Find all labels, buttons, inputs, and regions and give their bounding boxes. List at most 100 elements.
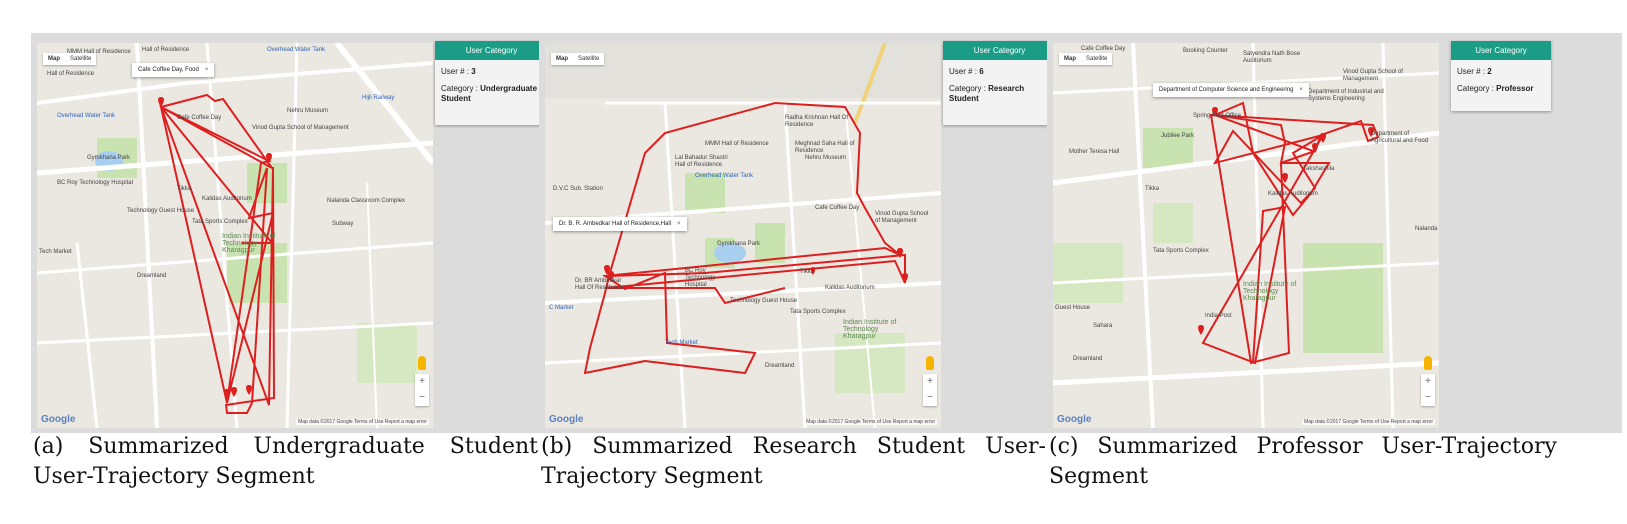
- poi-label: Subway: [332, 221, 354, 227]
- close-icon[interactable]: ×: [1299, 87, 1303, 93]
- tooltip-text: Cafe Coffee Day, Food: [138, 67, 199, 73]
- map-button[interactable]: Map: [1059, 53, 1081, 65]
- poi-label: Gymkhana Park: [87, 155, 131, 161]
- caption-a: (a) Summarized Undergraduate Student Use…: [33, 434, 538, 489]
- pegman-icon[interactable]: [926, 356, 934, 370]
- poi-label: Cafe Coffee Day: [815, 205, 860, 211]
- zoom-in-button[interactable]: +: [923, 374, 937, 390]
- panel-a: MMM Hall of Residence Hall of Residence …: [31, 33, 548, 433]
- satellite-button[interactable]: Satellite: [1081, 53, 1112, 65]
- poi-label: Vinod Gupta School of Management: [1343, 69, 1403, 82]
- zoom-out-button[interactable]: −: [923, 390, 937, 406]
- map-type-control: Map Satellite: [43, 53, 97, 65]
- zoom-out-button[interactable]: −: [1421, 390, 1435, 406]
- map-button[interactable]: Map: [43, 53, 65, 65]
- map-button[interactable]: Map: [551, 53, 573, 65]
- close-icon[interactable]: ×: [677, 221, 681, 227]
- poi-label: Vinod Gupta School of Management: [875, 211, 929, 224]
- user-label: User # :: [1457, 67, 1486, 76]
- map-attribution[interactable]: Map data ©2017 Google Terms of Use Repor…: [804, 419, 937, 425]
- category-line: Category : Undergraduate Student: [435, 84, 548, 104]
- poi-label: Nehru Museum: [805, 155, 847, 161]
- poi-label: Nalanda: [1415, 226, 1438, 232]
- poi-label: Kalidas Auditorium: [202, 196, 252, 202]
- poi-label: Hall of Residence: [142, 47, 190, 53]
- poi-label: BC Roy Technology Hospital: [57, 180, 133, 186]
- category-value: Professor: [1496, 84, 1534, 93]
- poi-label: Tata Sports Complex: [192, 219, 248, 225]
- poi-label: Dr. BR Ambedkar Hall Of Residence: [575, 278, 624, 291]
- poi-label: Technology Guest House: [127, 208, 195, 214]
- poi-label: Dreamland: [137, 273, 167, 279]
- poi-label: Hijli Railway: [362, 95, 395, 101]
- poi-label: Indian Institute of Technology Kharagpur: [1243, 281, 1297, 302]
- category-label: Category :: [441, 84, 478, 93]
- poi-label: BC Roy Technology Hospital: [685, 268, 716, 288]
- poi-label: Tech Market: [39, 249, 72, 255]
- map-attribution[interactable]: Map data ©2017 Google Terms of Use Repor…: [296, 419, 429, 425]
- tooltip-text: Dr. B. R. Ambedkar Hall of Residence,Hal…: [559, 221, 672, 227]
- poi-label: Gymkhana Park: [717, 241, 761, 247]
- poi-label: C Market: [549, 305, 574, 311]
- poi-label: MMM Hall of Residence: [705, 141, 769, 147]
- card-header: User Category: [435, 41, 548, 60]
- tooltip-text: Department of Computer Science and Engin…: [1159, 87, 1294, 93]
- user-category-card: User Category User # : 6 Category : Rese…: [943, 41, 1056, 125]
- place-tooltip: Dr. B. R. Ambedkar Hall of Residence,Hal…: [553, 217, 687, 231]
- poi-label: Tata Sports Complex: [790, 309, 846, 315]
- poi-label: Technology Guest House: [730, 298, 798, 304]
- user-value: 2: [1487, 67, 1492, 76]
- route-path: [1201, 101, 1380, 365]
- map-b[interactable]: Radha Krishnan Hall Of Residence MMM Hal…: [545, 43, 941, 428]
- caption-c: (c) Summarized Professor User-Trajectory…: [1049, 434, 1557, 489]
- zoom-in-button[interactable]: +: [1421, 374, 1435, 390]
- satellite-button[interactable]: Satellite: [573, 53, 604, 65]
- user-label: User # :: [441, 67, 470, 76]
- poi-label: Cafe Coffee Day: [1081, 46, 1126, 52]
- user-number: User # : 6: [943, 67, 1056, 77]
- panel-c: Cafe Coffee Day Booking Counter Satyendr…: [1047, 33, 1622, 433]
- poi-label: Guest House: [1055, 305, 1091, 311]
- map-attribution[interactable]: Map data ©2017 Google Terms of Use Repor…: [1302, 419, 1435, 425]
- poi-label: Tech Market: [665, 340, 698, 346]
- satellite-button[interactable]: Satellite: [65, 53, 96, 65]
- zoom-control: + −: [1421, 374, 1435, 406]
- user-value: 3: [471, 67, 476, 76]
- zoom-in-button[interactable]: +: [415, 374, 429, 390]
- map-type-control: Map Satellite: [1059, 53, 1113, 65]
- poi-label: Booking Counter: [1183, 48, 1228, 54]
- poi-label: Spring Fest Office: [1193, 113, 1241, 119]
- map-c[interactable]: Cafe Coffee Day Booking Counter Satyendr…: [1053, 43, 1439, 428]
- poi-label: Hall of Residence: [47, 71, 95, 77]
- zoom-control: + −: [923, 374, 937, 406]
- route-path: [159, 93, 276, 414]
- poi-label: Dreamland: [765, 363, 795, 369]
- route-b: [583, 101, 908, 375]
- user-category-card: User Category User # : 2 Category : Prof…: [1451, 41, 1551, 111]
- poi-label: Department of Agricultural and Food: [1371, 131, 1429, 144]
- card-header: User Category: [1451, 41, 1551, 60]
- poi-label: Kalidas Auditorium: [1268, 191, 1318, 197]
- poi-label: Tikka: [1145, 186, 1160, 192]
- poi-label: Indian Institute of Technology Kharagpur: [222, 233, 276, 254]
- category-label: Category :: [949, 84, 986, 93]
- google-logo: Google: [549, 414, 584, 425]
- pegman-icon[interactable]: [1424, 356, 1432, 370]
- poi-label: Overhead Water Tank: [57, 113, 116, 119]
- caption-b: (b) Summarized Research Student User-Tra…: [541, 434, 1046, 489]
- poi-label: Dreamland: [1073, 356, 1103, 362]
- category-label: Category :: [1457, 84, 1494, 93]
- map-type-control: Map Satellite: [551, 53, 605, 65]
- route-marker: [604, 248, 908, 283]
- poi-label: Department of Industrial and Systems Eng…: [1308, 89, 1384, 102]
- category-line: Category : Professor: [1451, 84, 1551, 94]
- user-value: 6: [979, 67, 984, 76]
- poi-label: Overhead Water Tank: [267, 47, 326, 53]
- poi-label: Satyendra Nath Bose Auditorium: [1243, 51, 1301, 64]
- close-icon[interactable]: ×: [205, 67, 209, 73]
- zoom-out-button[interactable]: −: [415, 390, 429, 406]
- pegman-icon[interactable]: [418, 356, 426, 370]
- poi-label: Nehru Museum: [287, 108, 329, 114]
- poi-label: Takshashila: [1303, 166, 1335, 172]
- map-a[interactable]: MMM Hall of Residence Hall of Residence …: [37, 43, 433, 428]
